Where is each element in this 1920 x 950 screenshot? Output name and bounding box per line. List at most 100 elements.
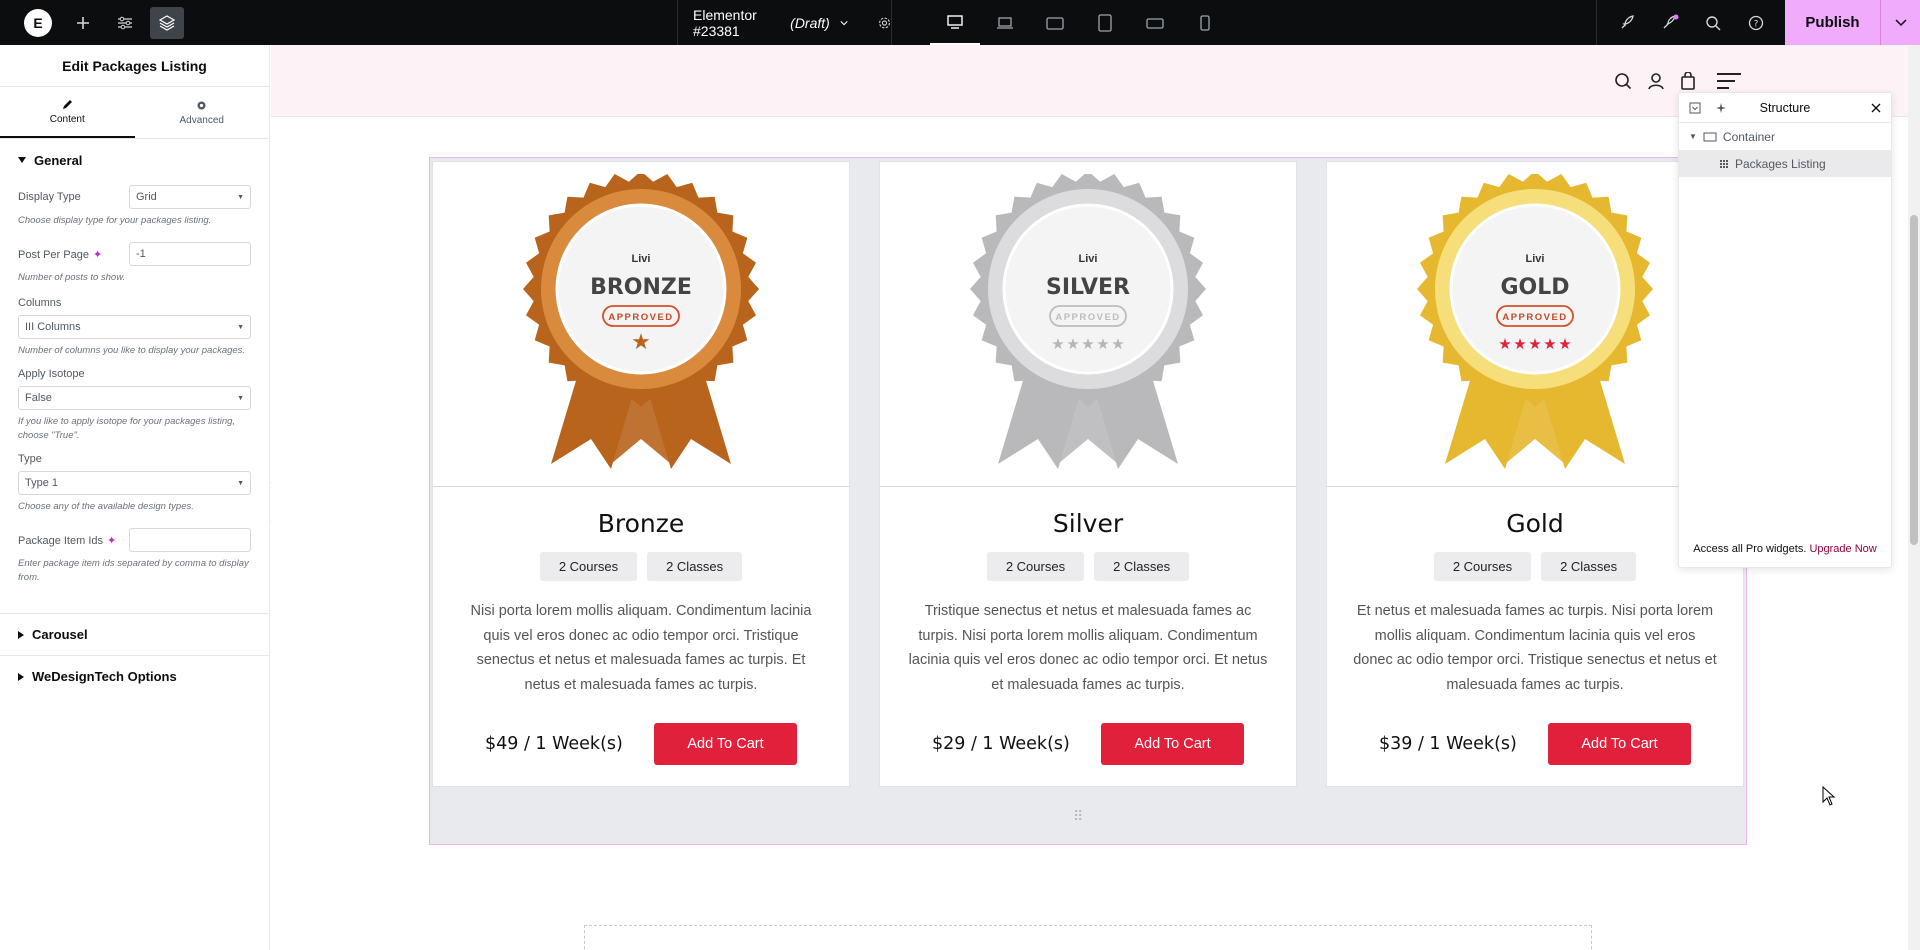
- elementor-logo-icon[interactable]: E: [24, 8, 52, 37]
- upgrade-now-link[interactable]: Upgrade Now: [1809, 543, 1876, 555]
- tablet-landscape-icon[interactable]: [1030, 0, 1080, 45]
- document-name: Elementor #23381: [693, 6, 757, 39]
- type-label: Type: [18, 453, 42, 465]
- user-icon[interactable]: [1645, 70, 1667, 92]
- close-icon[interactable]: [1871, 103, 1881, 113]
- section-carousel[interactable]: Carousel: [0, 613, 269, 655]
- type-desc: Choose any of the available design types…: [18, 501, 194, 512]
- tab-advanced-label: Advanced: [179, 115, 224, 126]
- badge-approved: APPROVED: [1055, 312, 1120, 323]
- tab-content-label: Content: [49, 114, 85, 125]
- display-type-value: Grid: [136, 191, 157, 203]
- menu-icon[interactable]: [1715, 70, 1743, 92]
- publish-options-chevron-icon[interactable]: [1880, 0, 1920, 45]
- gear-icon: [197, 101, 206, 110]
- columns-label: Columns: [18, 297, 62, 309]
- display-type-label: Display Type: [18, 191, 81, 203]
- package-ids-input[interactable]: [129, 528, 251, 552]
- svg-text:★: ★: [1081, 335, 1094, 353]
- mobile-landscape-icon[interactable]: [1130, 0, 1180, 45]
- mobile-portrait-icon[interactable]: [1180, 0, 1230, 45]
- add-section-zone[interactable]: [584, 925, 1592, 950]
- laptop-mode-icon[interactable]: [980, 0, 1030, 45]
- section-general[interactable]: General: [0, 139, 269, 181]
- badge-tier: BRONZE: [590, 275, 692, 300]
- structure-item-packages-listing[interactable]: Packages Listing: [1679, 150, 1891, 177]
- display-type-desc: Choose display type for your packages li…: [18, 215, 212, 226]
- badge-approved: APPROVED: [608, 312, 673, 323]
- structure-toggle-icon[interactable]: [150, 6, 184, 39]
- add-to-cart-button[interactable]: Add To Cart: [1548, 723, 1691, 765]
- badge-brand: Livi: [1079, 253, 1098, 265]
- collapse-all-icon[interactable]: [1689, 102, 1701, 114]
- panel-tabs: Content Advanced: [0, 87, 269, 139]
- ai-sparkle-icon[interactable]: ✦: [107, 535, 116, 547]
- publish-button[interactable]: Publish: [1785, 0, 1920, 45]
- post-per-page-input[interactable]: -1: [129, 242, 251, 266]
- rocket-icon[interactable]: [1605, 0, 1648, 45]
- badge-brand: Livi: [632, 253, 651, 265]
- add-element-icon[interactable]: [62, 0, 104, 45]
- search-icon[interactable]: [1691, 0, 1734, 45]
- section-carousel-title: Carousel: [32, 627, 88, 642]
- pencil-icon: [62, 100, 72, 109]
- scrollbar-thumb[interactable]: [1910, 215, 1918, 545]
- package-ids-label: Package Item Ids: [18, 534, 103, 547]
- svg-text:★: ★: [1096, 335, 1109, 353]
- whats-new-icon[interactable]: [1648, 0, 1691, 45]
- svg-text:★: ★: [1543, 335, 1556, 353]
- cart-icon[interactable]: [1677, 70, 1699, 92]
- panel-title: Edit Packages Listing: [0, 45, 269, 87]
- container-icon: [1703, 132, 1717, 141]
- add-to-cart-button[interactable]: Add To Cart: [1101, 723, 1244, 765]
- package-card: Livi BRONZE APPROVED ★ Bronze 2 Courses 2 Clas…: [432, 161, 850, 787]
- package-price: $49 / 1 Week(s): [485, 734, 623, 754]
- columns-select[interactable]: III Columns ▼: [18, 315, 251, 339]
- classes-count: 2 Classes: [647, 552, 743, 581]
- package-ids-desc: Enter package item ids separated by comm…: [18, 558, 249, 583]
- structure-title: Structure: [1759, 100, 1811, 115]
- classes-count: 2 Classes: [1541, 552, 1637, 581]
- search-icon[interactable]: [1612, 70, 1634, 92]
- pro-upsell-text: Access all Pro widgets.: [1693, 543, 1807, 555]
- chevron-down-icon: [840, 20, 848, 25]
- structure-item-container[interactable]: ▼ Container: [1679, 123, 1891, 150]
- add-to-cart-button[interactable]: Add To Cart: [654, 723, 797, 765]
- ai-sparkle-icon[interactable]: ✦: [93, 249, 102, 261]
- site-settings-icon[interactable]: [104, 0, 146, 45]
- badge-approved: APPROVED: [1502, 312, 1567, 323]
- award-rosette-icon: LiviGOLDAPPROVED★ ★ ★ ★ ★: [1417, 174, 1653, 469]
- badge-tier: SILVER: [1046, 275, 1130, 300]
- document-status: (Draft): [790, 14, 830, 31]
- columns-desc: Number of columns you like to display yo…: [18, 345, 246, 356]
- page-settings-icon[interactable]: [878, 15, 891, 31]
- apply-isotope-desc: If you like to apply isotope for your pa…: [18, 416, 236, 441]
- package-description: Tristique senectus et netus et malesuada…: [908, 603, 1268, 693]
- type-select[interactable]: Type 1 ▼: [18, 471, 251, 495]
- editor-panel: Edit Packages Listing Content Advanced G…: [0, 45, 270, 950]
- ai-sparkle-icon[interactable]: [1715, 102, 1727, 114]
- package-description: Nisi porta lorem mollis aliquam. Condime…: [470, 603, 812, 693]
- display-type-select[interactable]: Grid ▼: [129, 185, 251, 209]
- page-scrollbar[interactable]: [1908, 45, 1920, 950]
- structure-header: Structure: [1679, 93, 1891, 123]
- responsive-modes: [930, 0, 1230, 45]
- drag-handle-icon[interactable]: ⠿: [1073, 808, 1083, 825]
- preview-canvas: Livi BRONZE APPROVED ★ Bronze 2 Courses 2 Clas…: [271, 45, 1920, 950]
- section-wedesigntech[interactable]: WeDesignTech Options: [0, 655, 269, 697]
- apply-isotope-select[interactable]: False ▼: [18, 386, 251, 410]
- document-title[interactable]: Elementor #23381 (Draft): [677, 0, 892, 45]
- desktop-mode-icon[interactable]: [930, 0, 980, 45]
- help-icon[interactable]: ?: [1734, 0, 1777, 45]
- tab-advanced[interactable]: Advanced: [135, 87, 270, 138]
- tab-content[interactable]: Content: [0, 87, 135, 138]
- svg-text:★: ★: [1498, 335, 1511, 353]
- structure-item-label: Packages Listing: [1735, 156, 1826, 171]
- courses-count: 2 Courses: [986, 552, 1085, 581]
- package-card: Livi SILVER APPROVED ★ ★ ★ ★ ★ Silver 2 Courses 2 …: [879, 161, 1297, 787]
- tablet-portrait-icon[interactable]: [1080, 0, 1130, 45]
- post-per-page-label: Post Per Page: [18, 248, 89, 261]
- packages-section[interactable]: Livi BRONZE APPROVED ★ Bronze 2 Courses 2 Clas…: [429, 157, 1747, 845]
- badge-tier: GOLD: [1500, 275, 1569, 300]
- site-header: [271, 45, 1920, 117]
